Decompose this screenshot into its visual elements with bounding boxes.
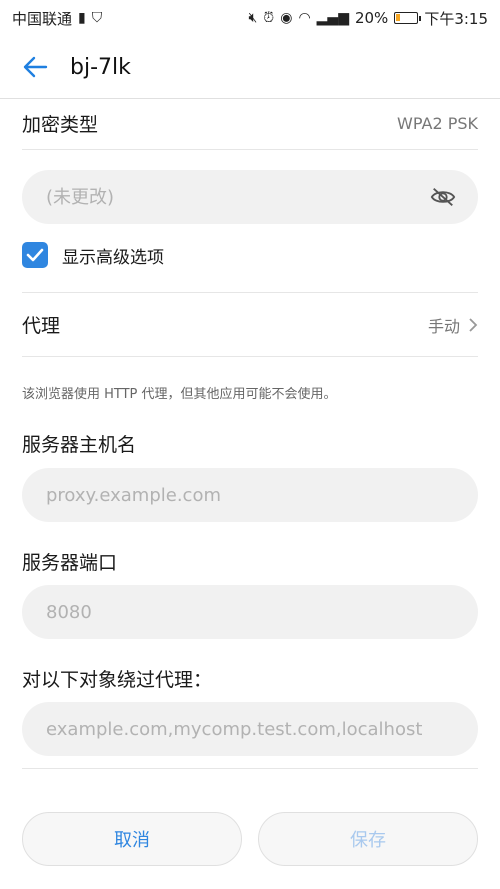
bypass-input[interactable] [44, 717, 456, 741]
security-value: WPA2 PSK [397, 114, 478, 133]
divider [22, 768, 478, 769]
security-label: 加密类型 [22, 114, 99, 136]
signal-icon: ▂▄▆ [316, 10, 349, 26]
battery-fill [396, 14, 400, 21]
battery-percent: 20% [354, 9, 389, 27]
proxy-value: 手动 [427, 316, 460, 336]
status-left: 中国联通 ▮ ⛉ [12, 8, 102, 29]
chevron-right-icon [469, 317, 478, 332]
security-row: 加密类型 WPA2 PSK [22, 98, 478, 150]
status-right: 🔇︎ ⏰︎ ◉ ◠ ▂▄▆ 20% 下午3:15 [248, 8, 488, 29]
proxy-label: 代理 [22, 315, 61, 337]
proxy-row[interactable]: 代理 手动 [22, 293, 478, 357]
hostname-label: 服务器主机名 [22, 434, 137, 456]
status-bar: 中国联通 ▮ ⛉ 🔇︎ ⏰︎ ◉ ◠ ▂▄▆ 20% 下午3:15 [0, 0, 500, 36]
clock: 下午3:15 [424, 9, 488, 28]
password-field[interactable] [22, 170, 478, 224]
save-button[interactable]: 保存 [258, 812, 478, 866]
app-bar: bj-7lk [0, 36, 500, 99]
advanced-options-checkbox[interactable] [22, 242, 48, 268]
alarm-icon: ⏰︎ [263, 10, 275, 26]
eye-comfort-icon: ◉ [280, 10, 293, 26]
notification-icon: ⛉ [91, 10, 103, 26]
hostname-field[interactable] [22, 468, 478, 522]
mute-icon: 🔇︎ [248, 10, 258, 26]
hostname-input[interactable] [44, 483, 456, 507]
port-input[interactable] [44, 600, 456, 624]
bypass-field[interactable] [22, 702, 478, 756]
password-input[interactable] [44, 185, 431, 209]
wifi-icon: ◠ [298, 10, 311, 26]
content: 加密类型 WPA2 PSK [22, 98, 478, 150]
port-label: 服务器端口 [22, 552, 118, 574]
checkmark-icon [26, 248, 44, 262]
eye-off-icon[interactable] [430, 186, 456, 208]
cancel-button[interactable]: 取消 [22, 812, 242, 866]
proxy-value-group: 手动 [428, 313, 478, 337]
page-title: bj-7lk [70, 54, 131, 80]
advanced-options-label: 显示高级选项 [62, 247, 164, 268]
proxy-note: 该浏览器使用 HTTP 代理，但其他应用可能不会使用。 [22, 387, 337, 402]
advanced-options-row[interactable]: 显示高级选项 [22, 242, 164, 268]
sim-icon: ▮ [78, 10, 86, 26]
battery-icon [394, 12, 422, 24]
bypass-label: 对以下对象绕过代理： [22, 669, 213, 691]
back-button[interactable] [0, 36, 70, 98]
arrow-left-icon [23, 56, 48, 78]
carrier-label: 中国联通 [12, 9, 73, 28]
port-field[interactable] [22, 585, 478, 639]
